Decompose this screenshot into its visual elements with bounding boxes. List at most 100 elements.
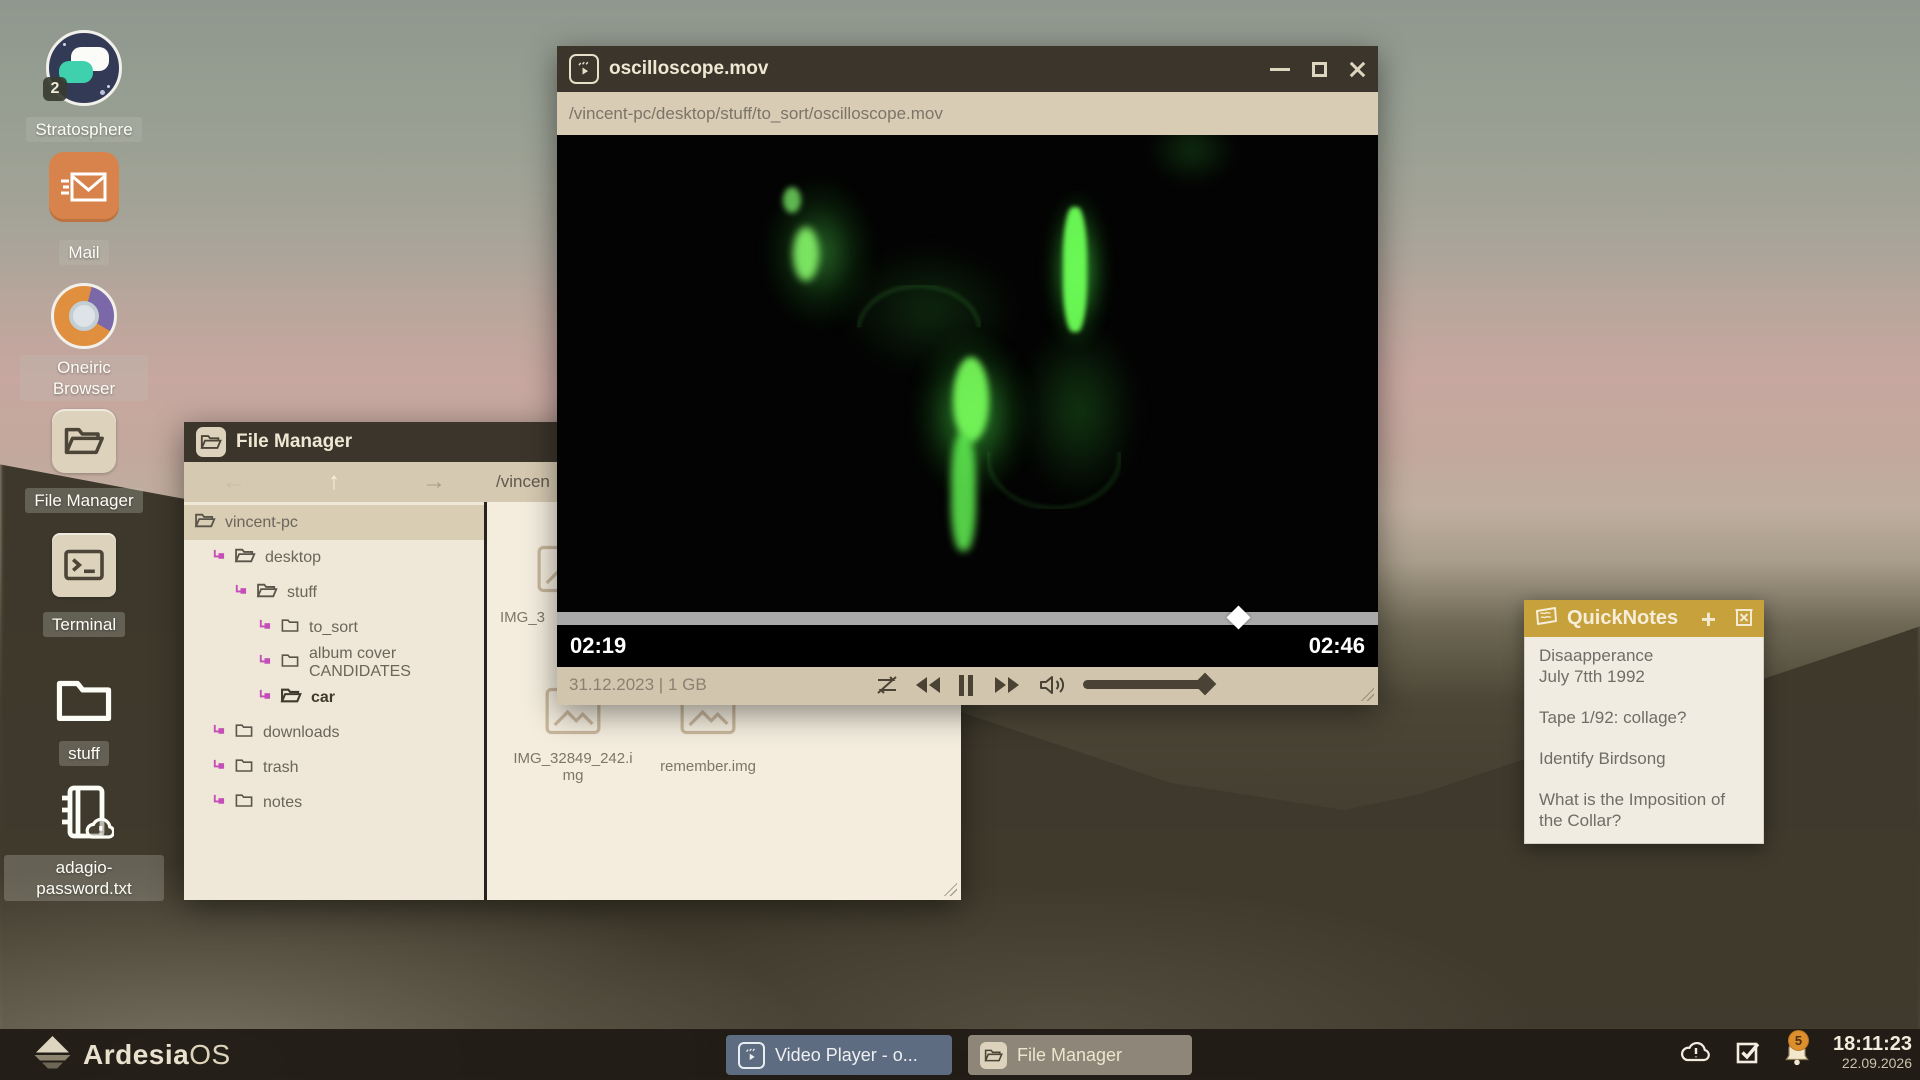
- volume-handle[interactable]: [1194, 673, 1217, 696]
- notifications-bell-icon[interactable]: 5: [1782, 1037, 1812, 1072]
- desktop-icon-terminal[interactable]: Terminal: [4, 533, 164, 637]
- folder-icon: [234, 792, 254, 813]
- note-item: Tape 1/92: collage?: [1539, 707, 1751, 728]
- time-display: 02:19 02:46: [557, 625, 1378, 667]
- up-arrow-icon[interactable]: ↑: [284, 468, 384, 496]
- close-button[interactable]: [1349, 61, 1366, 78]
- tree-item-album-cover-candidates[interactable]: album cover CANDIDATES: [184, 645, 484, 680]
- transport-controls: 31.12.2023 | 1 GB: [557, 667, 1378, 705]
- tree-branch-icon: [212, 549, 225, 567]
- rewind-icon[interactable]: [913, 673, 943, 702]
- folder-icon: [280, 652, 300, 673]
- speaker-icon[interactable]: [1038, 672, 1068, 703]
- film-clapper-icon: [738, 1042, 765, 1069]
- taskbar-task-video-player[interactable]: Video Player - o...: [726, 1035, 952, 1075]
- file-label[interactable]: remember.img: [647, 758, 769, 775]
- clock[interactable]: 18:11:23 22.09.2026: [1833, 1033, 1912, 1071]
- tree-item-trash[interactable]: trash: [184, 750, 484, 785]
- folder-icon: [280, 617, 300, 638]
- add-note-icon[interactable]: +: [1701, 609, 1716, 629]
- desktop-icon-label: Terminal: [43, 612, 125, 637]
- no-loop-icon[interactable]: [874, 673, 900, 702]
- notes-list: Disaapperance July 7tth 1992 Tape 1/92: …: [1524, 637, 1764, 844]
- pause-icon[interactable]: [957, 673, 975, 703]
- task-label: File Manager: [1017, 1045, 1122, 1066]
- window-title: oscilloscope.mov: [609, 58, 768, 80]
- fast-forward-icon[interactable]: [992, 673, 1022, 702]
- open-folder-icon: [280, 687, 302, 709]
- open-folder-icon: [196, 427, 226, 457]
- video-canvas[interactable]: [557, 135, 1378, 612]
- seek-bar[interactable]: [557, 612, 1378, 625]
- open-folder-icon: [980, 1042, 1007, 1069]
- file-meta: 31.12.2023 | 1 GB: [569, 675, 707, 695]
- minimize-button[interactable]: [1270, 68, 1290, 71]
- chat-bubbles-icon: 2: [46, 30, 122, 106]
- desktop-icon-stratosphere[interactable]: 2 Stratosphere: [4, 30, 164, 142]
- window-resize-grip[interactable]: [1358, 685, 1374, 701]
- back-arrow-icon[interactable]: ←: [184, 468, 284, 496]
- note-item: Disaapperance July 7tth 1992: [1539, 645, 1751, 687]
- clock-date: 22.09.2026: [1833, 1055, 1912, 1071]
- tree-item-vincent-pc[interactable]: vincent-pc: [184, 505, 484, 540]
- note-item: What is the Imposition of the Collar?: [1539, 789, 1751, 831]
- video-file-path: /vincent-pc/desktop/stuff/to_sort/oscill…: [557, 92, 1378, 135]
- window-resize-grip[interactable]: [941, 880, 957, 896]
- tree-branch-icon: [212, 794, 225, 812]
- folder-icon: [52, 667, 116, 731]
- maximize-button[interactable]: [1312, 62, 1327, 77]
- os-name: ArdesiaOS: [83, 1039, 231, 1071]
- tree-branch-icon: [258, 689, 271, 707]
- desktop-icon-label: stuff: [59, 741, 109, 766]
- unread-badge: 2: [43, 77, 67, 101]
- volume-slider[interactable]: [1083, 680, 1213, 689]
- forward-arrow-icon[interactable]: →: [384, 468, 484, 496]
- total-time: 02:46: [1309, 633, 1365, 659]
- os-logo[interactable]: ArdesiaOS: [34, 1036, 231, 1073]
- envelope-icon: [49, 152, 119, 222]
- ardesia-logo-icon: [34, 1036, 71, 1073]
- address-path: /vincen: [496, 472, 550, 492]
- desktop-icon-oneiric-browser[interactable]: Oneiric Browser: [4, 283, 164, 401]
- folder-tree-pane: vincent-pc desktop stuff to_sort: [184, 502, 487, 900]
- desktop-icon-label: Stratosphere: [26, 117, 141, 142]
- note-item: Identify Birdsong: [1539, 748, 1751, 769]
- tree-item-downloads[interactable]: downloads: [184, 715, 484, 750]
- file-label[interactable]: IMG_32849_242.img: [512, 750, 634, 784]
- tree-branch-icon: [258, 619, 271, 637]
- open-folder-icon: [52, 409, 116, 473]
- desktop-icon-label: adagio-password.txt: [4, 855, 164, 901]
- cloud-sync-icon[interactable]: [1678, 1039, 1714, 1070]
- notebook-cloud-icon: [52, 781, 116, 845]
- taskbar: ArdesiaOS Video Player - o... File Manag…: [0, 1029, 1920, 1080]
- open-folder-icon: [234, 547, 256, 569]
- tree-item-desktop[interactable]: desktop: [184, 540, 484, 575]
- tree-item-car[interactable]: car: [184, 680, 484, 715]
- task-label: Video Player - o...: [775, 1045, 918, 1066]
- taskbar-task-file-manager[interactable]: File Manager: [968, 1035, 1192, 1075]
- tree-item-to-sort[interactable]: to_sort: [184, 610, 484, 645]
- desktop-icon-adagio-password[interactable]: adagio-password.txt: [4, 781, 164, 901]
- desktop-icon-stuff[interactable]: stuff: [4, 667, 164, 766]
- video-player-titlebar[interactable]: oscilloscope.mov: [557, 46, 1378, 92]
- desktop-icon-label: Oneiric Browser: [20, 355, 148, 401]
- quicknotes-header[interactable]: QuickNotes +: [1524, 600, 1764, 637]
- quicknotes-widget: QuickNotes + Disaapperance July 7tth 199…: [1524, 600, 1764, 844]
- widget-title: QuickNotes: [1567, 607, 1693, 630]
- folder-icon: [234, 722, 254, 743]
- film-clapper-icon: [569, 54, 599, 84]
- desktop-icon-file-manager[interactable]: File Manager: [4, 409, 164, 513]
- video-player-window: oscilloscope.mov /vincent-pc/desktop/stu…: [557, 46, 1378, 705]
- checkbox-icon[interactable]: [1735, 1039, 1761, 1070]
- terminal-icon: [52, 533, 116, 597]
- open-folder-icon: [256, 582, 278, 604]
- folder-icon: [234, 757, 254, 778]
- tree-item-notes[interactable]: notes: [184, 785, 484, 820]
- tree-branch-icon: [212, 724, 225, 742]
- delete-note-icon[interactable]: [1734, 606, 1754, 632]
- tree-item-stuff[interactable]: stuff: [184, 575, 484, 610]
- desktop-icon-label: File Manager: [25, 488, 142, 513]
- browser-globe-icon: [51, 283, 117, 349]
- desktop-icon-mail[interactable]: Mail: [4, 152, 164, 265]
- tree-branch-icon: [212, 759, 225, 777]
